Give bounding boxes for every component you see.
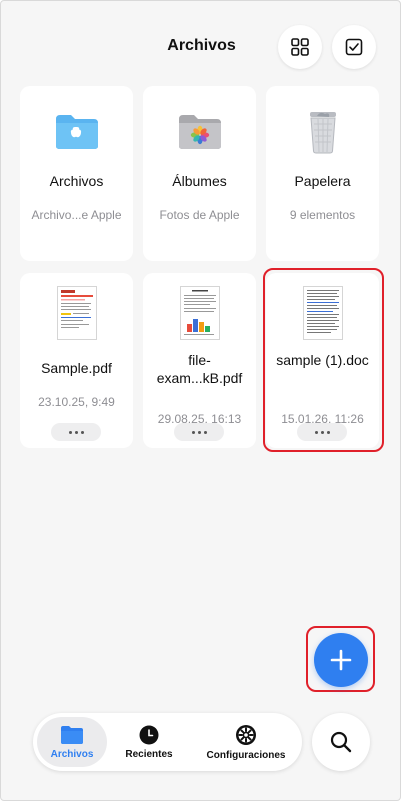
folder-archivos[interactable]: Archivos Archivo...e Apple: [20, 86, 133, 261]
dot-icon: [197, 430, 201, 434]
more-button[interactable]: [51, 423, 101, 441]
item-subtitle: Archivo...e Apple: [31, 208, 122, 222]
search-icon: [330, 731, 352, 753]
tab-bar: Archivos Recientes Configuraciones: [33, 713, 302, 771]
item-name: Archivos: [49, 173, 104, 189]
pdf-thumbnail: [179, 286, 220, 340]
select-button[interactable]: [332, 25, 376, 69]
item-name: sample (1).doc: [276, 352, 369, 368]
dot-icon: [326, 430, 330, 434]
tab-label: Recientes: [125, 748, 173, 760]
header: Archivos: [1, 1, 400, 91]
gear-icon: [236, 724, 256, 745]
grid-view-button[interactable]: [278, 25, 322, 69]
item-subtitle: 23.10.25, 9:49: [38, 395, 115, 409]
plus-icon: [330, 649, 352, 671]
folder-albumes[interactable]: Álbumes Fotos de Apple: [143, 86, 256, 261]
dot-icon: [68, 430, 72, 434]
dot-icon: [203, 430, 207, 434]
photos-folder-icon: [178, 115, 221, 149]
item-name: Papelera: [294, 173, 351, 189]
more-button[interactable]: [297, 423, 347, 441]
tab-label: Configuraciones: [206, 749, 286, 761]
folder-papelera[interactable]: Papelera 9 elementos: [266, 86, 379, 261]
clock-icon: [139, 725, 159, 744]
grid-icon: [291, 38, 309, 56]
add-button[interactable]: [314, 633, 368, 687]
item-subtitle: 9 elementos: [289, 208, 356, 222]
more-button[interactable]: [174, 423, 224, 441]
item-name: file-exam...kB.pdf: [156, 352, 243, 386]
checkbox-icon: [345, 38, 363, 56]
pdf-thumbnail: [56, 286, 97, 340]
item-name: Álbumes: [172, 173, 227, 189]
tab-archivos[interactable]: Archivos: [37, 717, 107, 767]
item-name: Sample.pdf: [41, 360, 112, 376]
file-example-pdf[interactable]: file-exam...kB.pdf 29.08.25, 16:13: [143, 273, 256, 448]
tab-configuraciones[interactable]: Configuraciones: [197, 717, 295, 767]
dot-icon: [74, 430, 78, 434]
tab-label: Archivos: [50, 748, 94, 760]
dot-icon: [80, 430, 84, 434]
dot-icon: [191, 430, 195, 434]
dot-icon: [320, 430, 324, 434]
folder-cloud-icon: [55, 115, 98, 149]
folder-icon: [61, 725, 83, 744]
tab-recientes[interactable]: Recientes: [117, 717, 181, 767]
file-sample-doc[interactable]: sample (1).doc 15.01.26, 11:26: [266, 273, 379, 448]
trash-icon: [309, 112, 336, 154]
app-window: Archivos Archivos Archivo...e Apple Álbu…: [0, 0, 401, 801]
search-button[interactable]: [312, 713, 370, 771]
dot-icon: [314, 430, 318, 434]
file-sample-pdf[interactable]: Sample.pdf 23.10.25, 9:49: [20, 273, 133, 448]
doc-thumbnail: [302, 286, 343, 340]
item-subtitle: Fotos de Apple: [159, 208, 240, 222]
